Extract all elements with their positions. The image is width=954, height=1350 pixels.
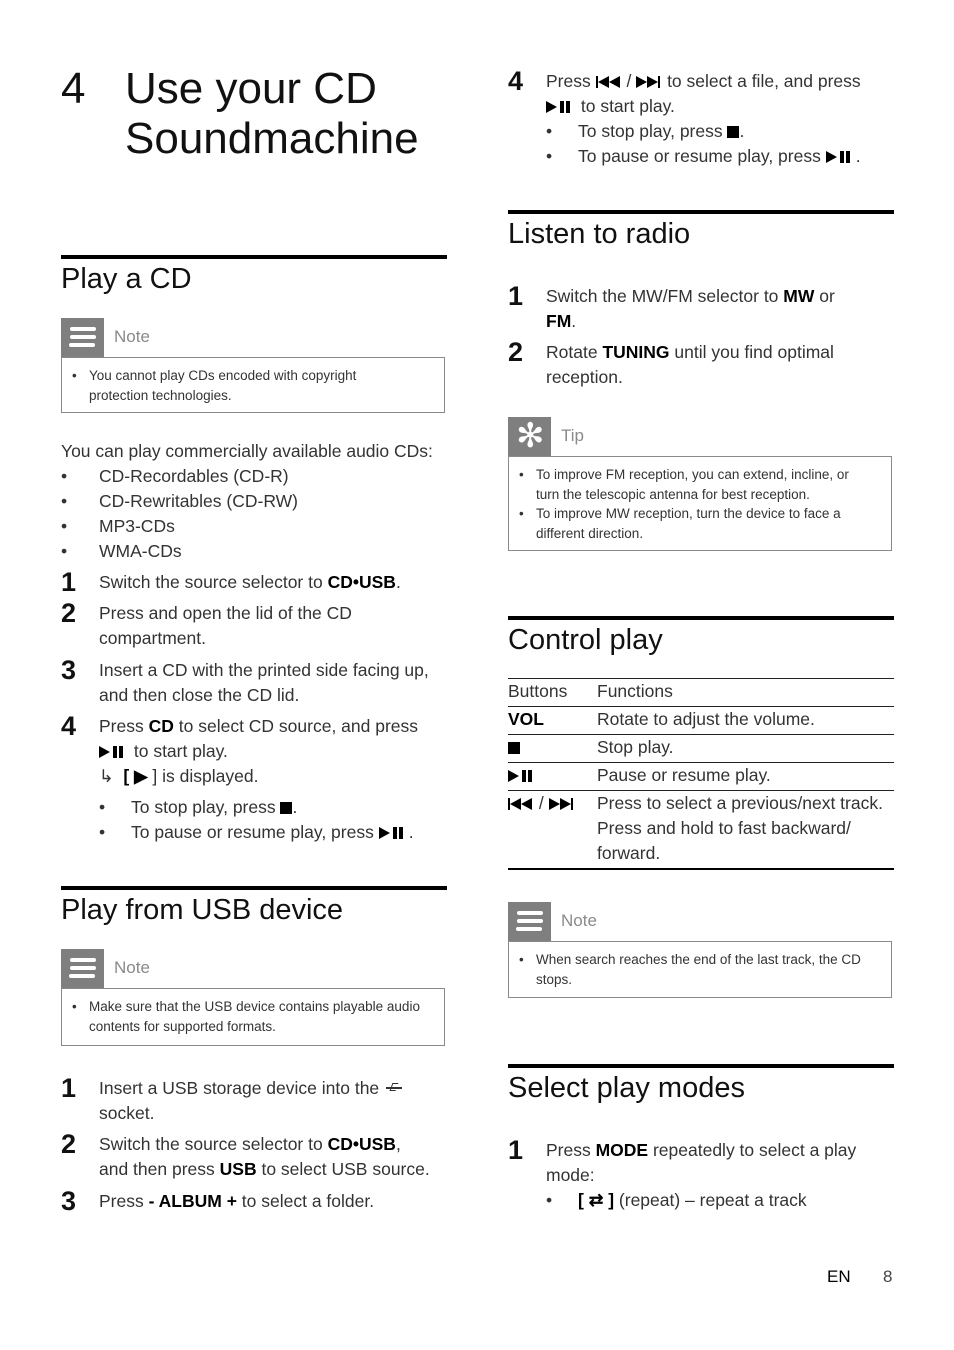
note-box: When search reaches the end of the last …: [508, 941, 892, 998]
function-text: Rotate to adjust the volume.: [597, 709, 815, 729]
section-title-play-usb: Play from USB device: [61, 894, 344, 926]
note-item: When search reaches the end of the last …: [509, 950, 891, 989]
step-number: 4: [61, 711, 77, 741]
repeat-icon: [ ⇄ ]: [578, 1190, 615, 1210]
section-title-play-cd: Play a CD: [61, 263, 192, 295]
tip-item: To improve FM reception, you can extend,…: [509, 465, 891, 504]
previous-icon: [508, 798, 534, 810]
note-box: Make sure that the USB device contains p…: [61, 988, 445, 1046]
tip-box: To improve FM reception, you can extend,…: [508, 456, 892, 551]
section-rule: [508, 210, 894, 214]
step-text: Switch the source selector to CD•USB, an…: [99, 1134, 430, 1179]
chapter-number: 4: [61, 64, 86, 113]
footer-language: EN: [827, 1267, 851, 1286]
step-text: Switch the MW/FM selector to MW or FM.: [546, 286, 835, 331]
note-icon: [508, 902, 551, 942]
note-header: Note: [61, 949, 447, 989]
stop-icon: [727, 126, 740, 138]
stop-icon: [280, 802, 293, 814]
step-text: Press - ALBUM + to select a folder.: [99, 1191, 375, 1211]
table-row: / Press to select a previous/next track.…: [508, 791, 894, 869]
tip-header: Tip: [508, 417, 894, 457]
chapter-title-line2: Soundmachine: [125, 114, 419, 163]
step-text: Press MODE repeatedly to select a play m…: [546, 1140, 857, 1185]
section-rule: [508, 1064, 894, 1068]
note-icon: [61, 318, 104, 358]
button-label: VOL: [508, 709, 544, 729]
note-item: You cannot play CDs encoded with copyrig…: [62, 366, 444, 405]
section-title-play-modes: Select play modes: [508, 1072, 745, 1104]
step-number: 2: [61, 598, 77, 628]
table-row: VOL Rotate to adjust the volume.: [508, 707, 894, 735]
result-arrow-icon: ↳: [99, 766, 114, 786]
stop-icon: [508, 742, 520, 754]
step-number: 2: [508, 337, 524, 367]
step-number: 3: [61, 655, 77, 685]
step-number: 1: [508, 1135, 524, 1165]
note-box: You cannot play CDs encoded with copyrig…: [61, 357, 445, 413]
note-item: Make sure that the USB device contains p…: [62, 997, 444, 1036]
note-header: Note: [61, 318, 447, 358]
step-number: 2: [61, 1129, 77, 1159]
table-row: Pause or resume play.: [508, 763, 894, 791]
step-text: Rotate TUNING until you find optimal rec…: [546, 342, 834, 387]
function-text: Pause or resume play.: [597, 765, 771, 785]
step-text: Insert a USB storage device into the soc…: [99, 1076, 447, 1126]
section-title-radio: Listen to radio: [508, 218, 691, 250]
tip-asterisk-icon: [508, 417, 551, 457]
step-text: Press and open the lid of the CD compart…: [99, 603, 352, 648]
section-rule: [61, 886, 447, 890]
step-text: Press / to select a file, and press to s…: [546, 71, 861, 116]
step-number: 1: [61, 1073, 77, 1103]
chapter-title-line1: Use your CD: [125, 64, 377, 113]
previous-icon: [595, 76, 622, 88]
table-row: Stop play.: [508, 735, 894, 763]
function-text: Press to select a previous/next track. P…: [597, 793, 883, 863]
step-number: 1: [61, 567, 77, 597]
note-label: Note: [114, 958, 150, 977]
step-text: Switch the source selector to CD•USB.: [99, 572, 401, 592]
format-item: CD-Rewritables (CD-RW): [99, 491, 298, 511]
play-pause-icon: [378, 827, 409, 839]
play-pause-icon: [99, 746, 129, 758]
note-label: Note: [561, 911, 597, 930]
column-header: Buttons: [508, 681, 568, 701]
note-label: Note: [114, 327, 150, 346]
step-number: 1: [508, 281, 524, 311]
next-icon: [549, 798, 575, 810]
step-text: Insert a CD with the printed side facing…: [99, 660, 429, 705]
page-number: 8: [883, 1267, 893, 1286]
usb-icon: [384, 1083, 404, 1093]
note-icon: [61, 949, 104, 989]
chapter-title: Use your CD Soundmachine: [125, 64, 419, 164]
section-rule: [508, 616, 894, 620]
format-list: • CD-Recordables (CD-R) • CD-Rewritables (…: [61, 464, 447, 564]
column-header: Functions: [597, 681, 673, 701]
play-pause-icon: [508, 770, 538, 782]
tip-item: To improve MW reception, turn the device…: [509, 504, 891, 543]
step-number: 4: [508, 66, 524, 96]
control-table: Buttons Functions VOL Rotate to adjust t…: [508, 678, 894, 870]
table-header-row: Buttons Functions: [508, 678, 894, 707]
note-header: Note: [508, 902, 894, 942]
section-title-control-play: Control play: [508, 624, 663, 656]
play-pause-icon: [546, 101, 576, 113]
next-icon: [636, 76, 662, 88]
step-number: 3: [61, 1186, 77, 1216]
play-pause-icon: [825, 151, 856, 163]
format-item: MP3-CDs: [99, 516, 175, 536]
section-rule: [61, 255, 447, 259]
intro-text: You can play commercially available audi…: [61, 441, 433, 461]
step-text: Press CD to select CD source, and press …: [99, 716, 419, 786]
format-item: WMA-CDs: [99, 541, 182, 561]
format-item: CD-Recordables (CD-R): [99, 466, 289, 486]
tip-label: Tip: [561, 426, 584, 445]
function-text: Stop play.: [597, 737, 674, 757]
